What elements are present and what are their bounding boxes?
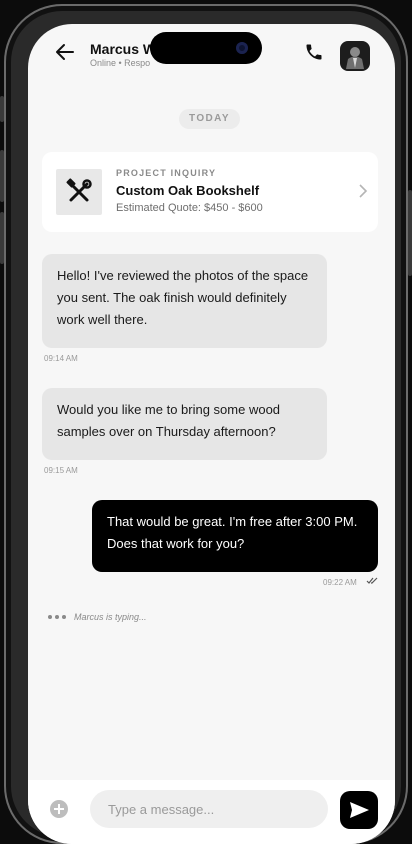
arrow-left-icon[interactable]: [54, 41, 76, 63]
add-attachment-icon[interactable]: [50, 800, 68, 818]
contact-status: Online • Respo: [90, 58, 151, 68]
message-input[interactable]: [90, 790, 328, 828]
chevron-right-icon: [359, 184, 368, 198]
message-bubble-outgoing[interactable]: That would be great. I'm free after 3:00…: [92, 500, 378, 572]
dynamic-island: [150, 32, 262, 64]
double-check-icon: [366, 577, 378, 584]
card-title: Custom Oak Bookshelf: [116, 183, 260, 198]
message-time: 09:15 AM: [44, 466, 78, 475]
typing-dots-icon: [48, 615, 66, 619]
tools-icon: [56, 169, 102, 215]
project-inquiry-card[interactable]: PROJECT INQUIRY Custom Oak Bookshelf Est…: [42, 152, 378, 232]
phone-frame: Marcus We Online • Respo TODAY PROJECT I…: [0, 4, 412, 844]
app-screen: Marcus We Online • Respo TODAY PROJECT I…: [28, 24, 395, 844]
typing-indicator: Marcus is typing...: [48, 612, 147, 622]
volume-down-button: [0, 212, 4, 264]
action-button: [0, 96, 4, 122]
message-time: 09:14 AM: [44, 354, 78, 363]
date-divider: TODAY: [179, 109, 240, 129]
message-time: 09:22 AM: [323, 578, 357, 587]
card-subtitle: Estimated Quote: $450 - $600: [116, 202, 263, 214]
card-kicker: PROJECT INQUIRY: [116, 168, 217, 178]
avatar[interactable]: [340, 41, 370, 71]
send-button[interactable]: [340, 791, 378, 829]
message-bubble-incoming[interactable]: Would you like me to bring some wood sam…: [42, 388, 327, 460]
message-composer: [28, 780, 395, 844]
message-bubble-incoming[interactable]: Hello! I've reviewed the photos of the s…: [42, 254, 327, 348]
typing-text: Marcus is typing...: [74, 612, 147, 622]
volume-up-button: [0, 150, 4, 202]
phone-icon[interactable]: [304, 42, 324, 62]
send-icon: [350, 802, 369, 818]
power-button: [408, 190, 412, 276]
